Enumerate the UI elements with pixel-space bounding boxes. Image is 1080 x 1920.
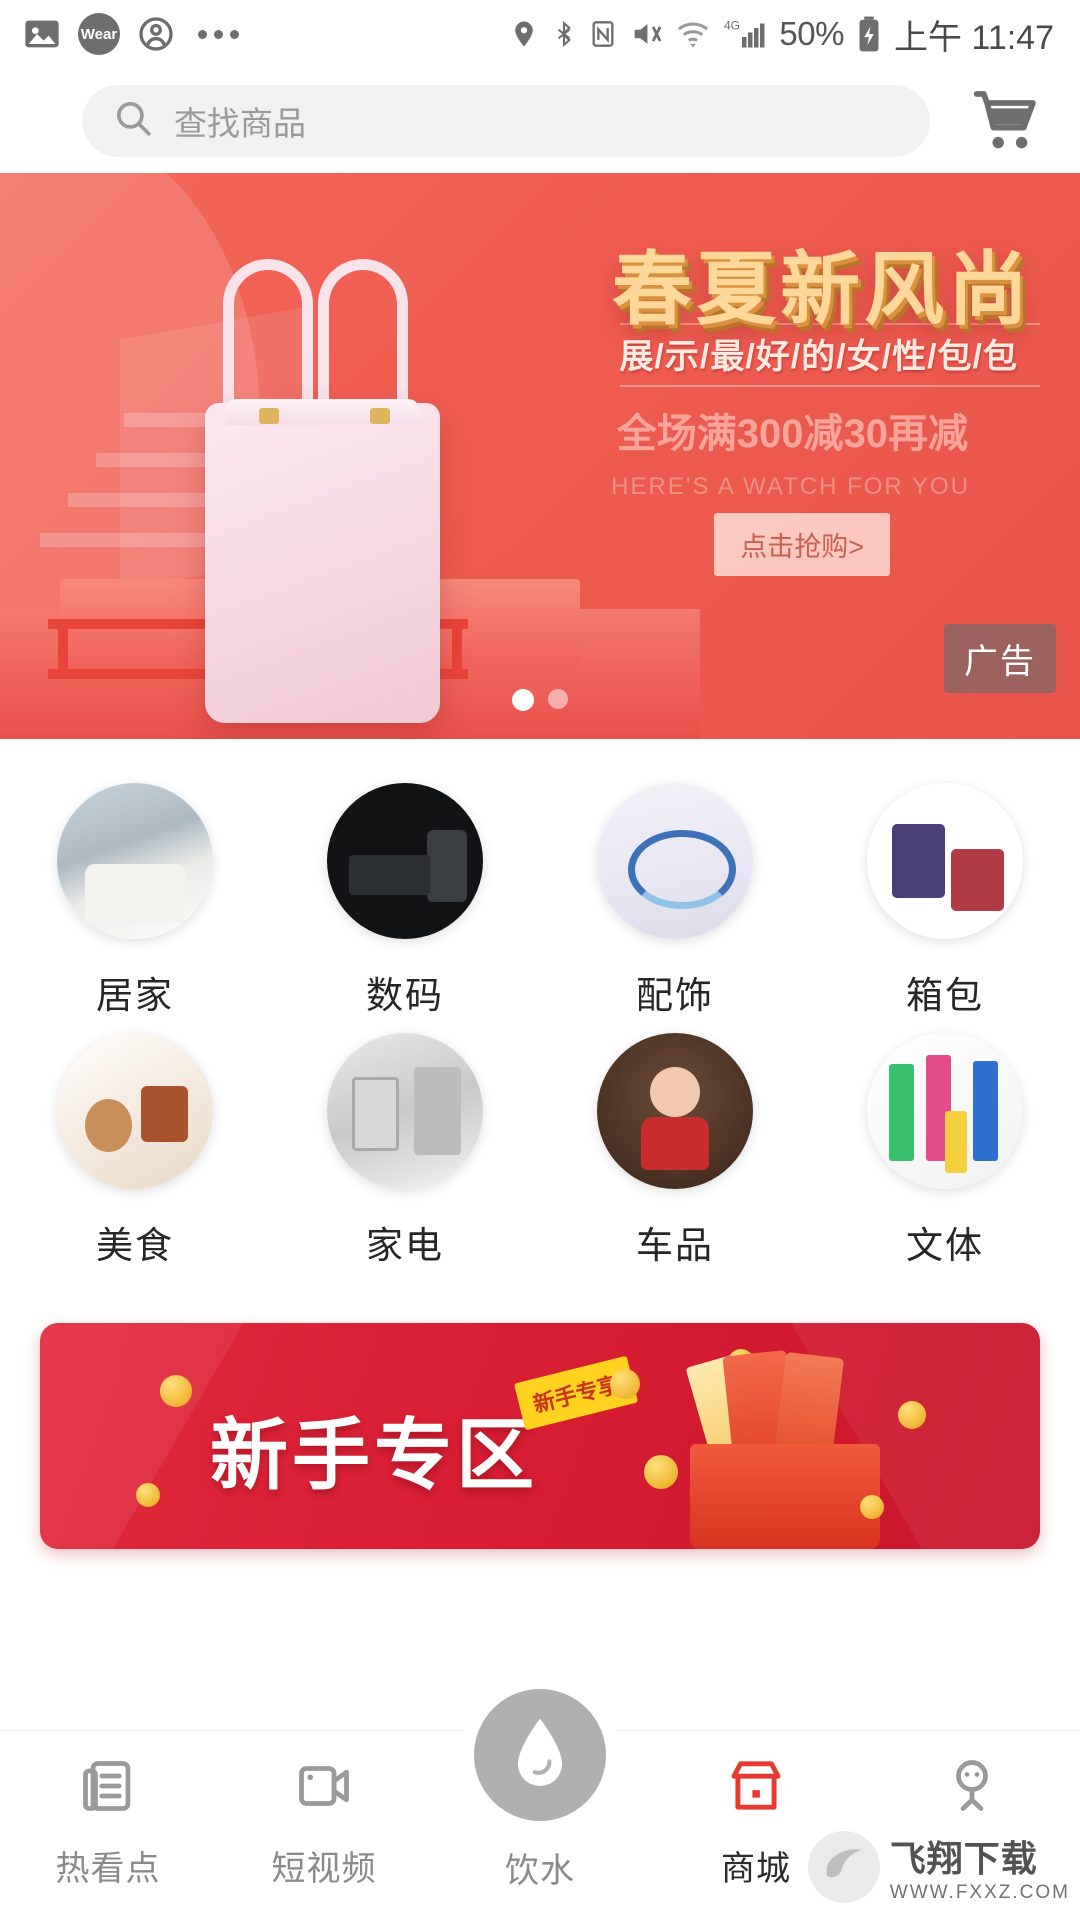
food-thumb-icon: [57, 1033, 213, 1189]
handbag-handle-right: [318, 259, 408, 419]
home-thumb-icon: [57, 783, 213, 939]
battery-percent-label: 50%: [779, 15, 844, 52]
coin-decoration: [898, 1401, 926, 1429]
carousel-dots[interactable]: [0, 689, 1080, 711]
hero-english-text: HERE'S A WATCH FOR YOU: [611, 473, 970, 500]
category-label: 家电: [366, 1225, 444, 1266]
accessory-thumb-icon: [597, 783, 753, 939]
wifi-icon: [675, 17, 711, 51]
search-placeholder: 查找商品: [174, 104, 306, 142]
nfc-icon: [589, 16, 617, 52]
status-bar-notifications: Wear: [22, 13, 239, 55]
category-label: 文体: [906, 1225, 984, 1266]
wear-icon: Wear: [78, 13, 120, 55]
tab-hot-news[interactable]: 热看点: [0, 1753, 216, 1890]
bottom-tab-bar: 热看点 短视频 饮水 商城 飞翔下载 WWW.FXXZ.COM: [0, 1675, 1080, 1920]
site-watermark: 飞翔下载 WWW.FXXZ.COM: [807, 1830, 1070, 1904]
category-label: 居家: [96, 975, 174, 1016]
red-envelope-art: [610, 1349, 950, 1549]
digital-thumb-icon: [327, 783, 483, 939]
category-item-bag[interactable]: 箱包: [830, 783, 1060, 1019]
app-header: 查找商品: [0, 68, 1080, 173]
handbag-clip-left: [259, 408, 279, 424]
cart-icon[interactable]: [964, 79, 1048, 163]
tab-label: 商城: [721, 1850, 791, 1888]
mute-icon: [629, 17, 663, 51]
gift-box-graphic: [690, 1444, 880, 1549]
signal-4g-icon: 4G: [723, 16, 767, 52]
category-label: 美食: [96, 1225, 174, 1266]
car-thumb-icon: [597, 1033, 753, 1189]
person-icon: [942, 1753, 1002, 1819]
coin-decoration: [160, 1375, 192, 1407]
category-item-appliance[interactable]: 家电: [290, 1033, 520, 1269]
coin-decoration: [610, 1369, 640, 1399]
tab-label: 热看点: [55, 1850, 161, 1888]
category-label: 车品: [636, 1225, 714, 1266]
category-item-digital[interactable]: 数码: [290, 783, 520, 1019]
category-item-home[interactable]: 居家: [20, 783, 250, 1019]
status-bar: Wear 4G 50% 上午 11:47: [0, 0, 1080, 68]
search-input[interactable]: 查找商品: [82, 84, 930, 157]
status-bar-indicators: 4G 50% 上午 11:47: [509, 10, 1054, 59]
promo-title: 新手专区: [210, 1411, 539, 1499]
handbag-clip-right: [370, 408, 390, 424]
newbie-promo-banner[interactable]: 新手专区 新手专享: [40, 1323, 1040, 1549]
hero-subtitle: 展/示/最/好/的/女/性/包/包: [619, 338, 1018, 376]
image-icon: [22, 14, 62, 54]
appliance-thumb-icon: [327, 1033, 483, 1189]
tab-label: 短视频: [271, 1850, 377, 1888]
svg-text:4G: 4G: [724, 19, 740, 33]
more-dots-icon: [198, 29, 239, 39]
location-icon: [509, 16, 539, 52]
category-grid: 居家 数码 配饰 箱包 美食 家电 车品 文体: [0, 739, 1080, 1293]
hero-carousel[interactable]: 春夏新风尚 展/示/最/好/的/女/性/包/包 全场满300减30再减 HERE…: [0, 173, 1080, 739]
category-row-2: 美食 家电 车品 文体: [0, 1033, 1080, 1269]
hero-rail-post-right: [452, 621, 462, 679]
tab-label: 饮水: [505, 1852, 575, 1890]
category-label: 箱包: [906, 975, 984, 1016]
category-item-stationery[interactable]: 文体: [830, 1033, 1060, 1269]
video-camera-icon: [294, 1753, 354, 1819]
tab-profile[interactable]: [864, 1753, 1080, 1841]
category-row-1: 居家 数码 配饰 箱包: [0, 783, 1080, 1019]
store-icon: [724, 1753, 788, 1819]
hero-divider-bottom: [620, 385, 1040, 387]
account-icon: [136, 14, 176, 54]
handbag-product-image: [205, 399, 440, 723]
watermark-title: 飞翔下载: [889, 1838, 1038, 1879]
bag-thumb-icon: [867, 783, 1023, 939]
news-list-icon: [78, 1753, 138, 1819]
carousel-dot-2[interactable]: [548, 689, 568, 709]
watermark-url: WWW.FXXZ.COM: [889, 1882, 1070, 1903]
category-item-car[interactable]: 车品: [560, 1033, 790, 1269]
search-icon: [112, 97, 154, 144]
ad-badge: 广告: [944, 624, 1056, 693]
bluetooth-icon: [551, 15, 577, 53]
stationery-thumb-icon: [867, 1033, 1023, 1189]
water-drop-icon[interactable]: [460, 1675, 620, 1835]
category-label: 数码: [366, 975, 444, 1016]
coin-decoration: [644, 1455, 678, 1489]
battery-icon: [856, 15, 882, 53]
carousel-dot-1[interactable]: [512, 689, 534, 711]
promo-banner-wrapper: 新手专区 新手专享: [0, 1293, 1080, 1549]
tab-drink-water[interactable]: 饮水: [432, 1675, 648, 1892]
hero-title: 春夏新风尚: [612, 245, 1032, 334]
category-item-food[interactable]: 美食: [20, 1033, 250, 1269]
coin-decoration: [860, 1495, 884, 1519]
handbag-handle-left: [223, 259, 313, 419]
hero-rail-post-left: [58, 621, 68, 679]
watermark-logo-icon: [807, 1831, 880, 1903]
hero-cta-button[interactable]: 点击抢购>: [714, 513, 890, 576]
hero-promo-text: 全场满300减30再减: [616, 412, 968, 456]
category-item-accessory[interactable]: 配饰: [560, 783, 790, 1019]
coin-decoration: [136, 1483, 160, 1507]
clock-label: 上午 11:47: [893, 18, 1054, 57]
category-label: 配饰: [636, 975, 714, 1016]
tab-short-video[interactable]: 短视频: [216, 1753, 432, 1890]
